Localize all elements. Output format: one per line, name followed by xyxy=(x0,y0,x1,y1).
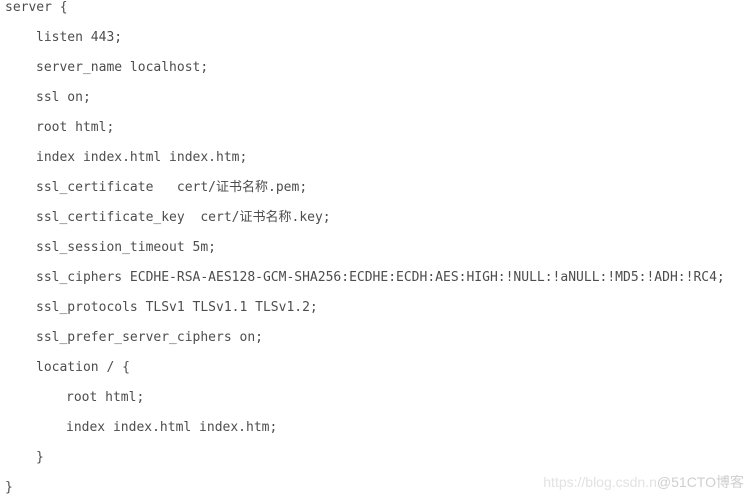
code-line-ssl-ciphers: ssl_ciphers ECDHE-RSA-AES128-GCM-SHA256:… xyxy=(36,270,725,285)
code-line-server-open: server { xyxy=(5,0,68,15)
code-line-location-close: } xyxy=(36,450,44,465)
watermark-brand: @51CTO博客 xyxy=(656,474,744,490)
code-line-server-name: server_name localhost; xyxy=(36,60,209,75)
code-line-location-open: location / { xyxy=(36,360,130,375)
code-line-listen: listen 443; xyxy=(36,30,123,45)
watermark: https://blog.csdn.n@51CTO博客 xyxy=(543,472,744,492)
code-line-ssl-session-timeout: ssl_session_timeout 5m; xyxy=(36,240,217,255)
code-line-ssl-on: ssl on; xyxy=(36,90,91,105)
code-line-location-root: root html; xyxy=(66,390,145,405)
code-line-location-index: index index.html index.htm; xyxy=(66,420,278,435)
code-line-server-close: } xyxy=(5,480,13,495)
watermark-url: https://blog.csdn.n xyxy=(543,474,657,490)
code-line-root: root html; xyxy=(36,120,115,135)
code-line-ssl-prefer-server-ciphers: ssl_prefer_server_ciphers on; xyxy=(36,330,263,345)
code-block: server { listen 443; server_name localho… xyxy=(0,0,754,500)
code-line-ssl-certificate-key: ssl_certificate_key cert/证书名称.key; xyxy=(36,210,331,225)
code-line-ssl-protocols: ssl_protocols TLSv1 TLSv1.1 TLSv1.2; xyxy=(36,300,318,315)
code-line-ssl-certificate: ssl_certificate cert/证书名称.pem; xyxy=(36,180,308,195)
code-line-index: index index.html index.htm; xyxy=(36,150,248,165)
